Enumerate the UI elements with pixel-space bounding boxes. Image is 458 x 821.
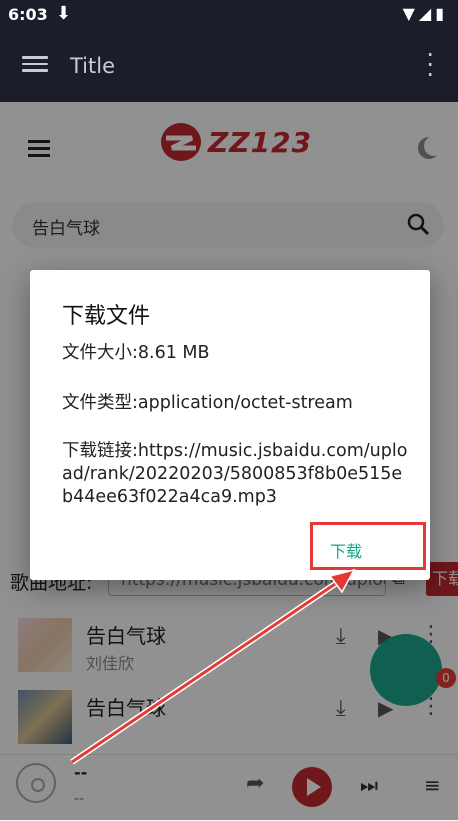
- signal-icon: ◢: [418, 4, 436, 23]
- dialog-title: 下载文件: [62, 304, 151, 329]
- overflow-menu-icon[interactable]: · · ·: [426, 43, 434, 87]
- hamburger-menu-icon[interactable]: [22, 52, 48, 78]
- file-size-text: 文件大小:8.61 MB: [62, 343, 210, 363]
- download-icon: ⬇: [56, 3, 72, 24]
- wifi-icon: ▼: [402, 4, 419, 23]
- download-link-text: 下载链接:https://music.jsbaidu.com/upload/ra…: [62, 441, 408, 507]
- status-icons: ▼◢▮: [403, 4, 448, 23]
- file-type-text: 文件类型:application/octet-stream: [62, 393, 353, 413]
- battery-icon: ▮: [435, 4, 448, 23]
- status-bar: 6:03 ⬇ ▼◢▮: [0, 0, 458, 30]
- highlight-box: [310, 522, 426, 570]
- app-bar: Title · · ·: [0, 30, 458, 102]
- status-time: 6:03: [8, 5, 48, 24]
- app-bar-title: Title: [70, 54, 116, 78]
